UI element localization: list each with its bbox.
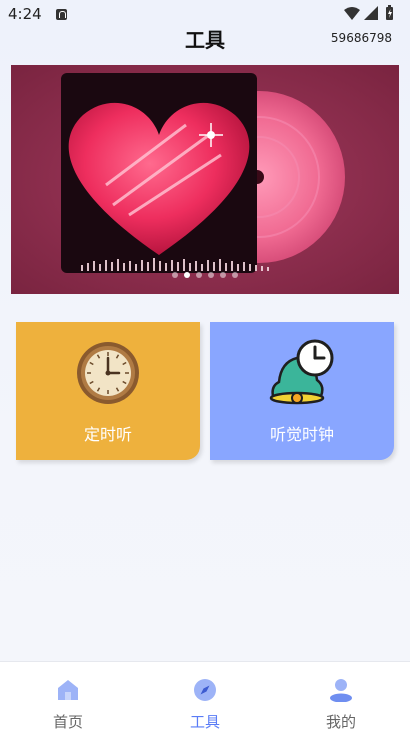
banner-image [11, 65, 399, 294]
carousel-dot[interactable] [232, 272, 238, 278]
tab-home-label: 首页 [52, 713, 83, 730]
person-icon [330, 679, 352, 702]
audio-clock-label: 听觉时钟 [269, 425, 334, 444]
notification-icon [56, 9, 67, 20]
system-icons [344, 5, 393, 20]
wall-clock-icon [77, 342, 139, 404]
tab-profile-label: 我的 [325, 713, 356, 730]
status-time: 4:24 [8, 5, 42, 23]
title-bar: 工具 59686798 [0, 22, 410, 58]
audio-clock-card[interactable]: 听觉时钟 [210, 322, 394, 460]
banner-carousel[interactable] [11, 65, 399, 294]
carousel-indicator [11, 263, 399, 282]
timer-listen-card[interactable]: 定时听 [16, 322, 200, 460]
carousel-dot[interactable] [208, 272, 214, 278]
carousel-dot[interactable] [220, 272, 226, 278]
tab-home[interactable]: 首页 [0, 662, 136, 730]
home-icon [58, 680, 78, 700]
bottom-tab-bar: 首页 工具 我的 [0, 661, 410, 730]
battery-icon [386, 5, 393, 20]
carousel-dot[interactable] [184, 272, 190, 278]
signal-icon [364, 6, 378, 20]
tab-profile[interactable]: 我的 [273, 662, 409, 730]
wifi-icon [344, 7, 360, 20]
tab-tools-label: 工具 [189, 713, 220, 730]
compass-icon [194, 679, 216, 701]
tab-tools[interactable]: 工具 [137, 662, 273, 730]
timer-listen-label: 定时听 [83, 425, 132, 444]
bell-clock-icon [269, 339, 334, 405]
carousel-dot[interactable] [196, 272, 202, 278]
carousel-dot[interactable] [172, 272, 178, 278]
user-id-text: 59686798 [330, 31, 392, 45]
